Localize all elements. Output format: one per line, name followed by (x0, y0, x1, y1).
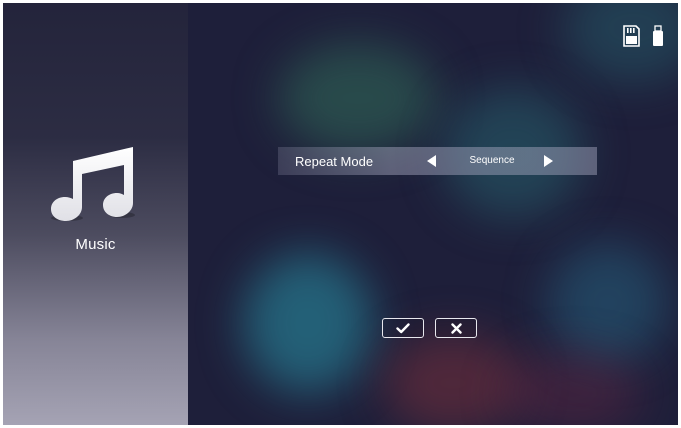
cancel-button[interactable] (435, 318, 477, 338)
x-icon (450, 322, 462, 334)
confirm-button[interactable] (382, 318, 424, 338)
arrow-right-icon[interactable] (544, 155, 553, 167)
music-note-icon[interactable] (49, 141, 135, 223)
repeat-mode-label: Repeat Mode (295, 154, 374, 169)
usb-drive-icon[interactable] (652, 25, 664, 47)
sidebar: Music (3, 3, 188, 425)
sd-card-icon[interactable] (623, 25, 640, 47)
music-label: Music (75, 236, 116, 253)
repeat-mode-value: Sequence (469, 155, 515, 166)
arrow-left-icon[interactable] (427, 155, 436, 167)
storage-icons (623, 25, 664, 47)
repeat-mode-setting[interactable]: Repeat Mode Sequence (278, 147, 597, 175)
screen: Music Repeat Mode Sequence (3, 3, 678, 425)
checkmark-icon (396, 322, 410, 333)
